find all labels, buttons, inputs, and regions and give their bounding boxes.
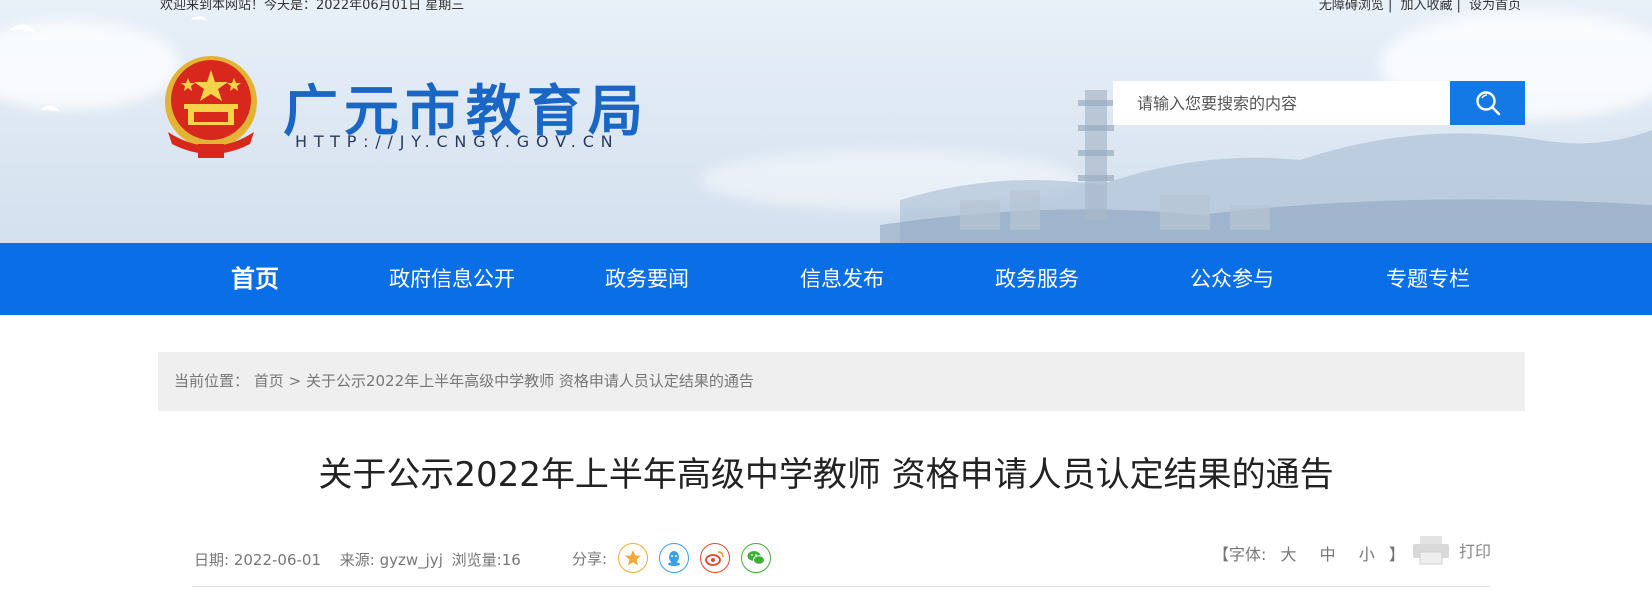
nav-item-topics[interactable]: 专题专栏 <box>1386 243 1470 315</box>
nav-item-releases[interactable]: 信息发布 <box>800 243 884 315</box>
nav-item-gov-info[interactable]: 政府信息公开 <box>389 243 515 315</box>
welcome-text: 欢迎来到本网站！今天是：2022年06月01日 星期三 <box>160 0 465 13</box>
font-size-label-close: 】 <box>1388 545 1405 564</box>
qzone-icon <box>625 550 642 566</box>
article-date: 日期: 2022-06-01 <box>194 551 321 569</box>
qq-icon <box>668 551 681 566</box>
bookmark-link[interactable]: 加入收藏 <box>1400 0 1452 13</box>
article-views: 浏览量:16 <box>451 551 521 569</box>
nav-item-home[interactable]: 首页 <box>231 243 279 315</box>
breadcrumb-current-link[interactable]: 关于公示2022年上半年高级中学教师 资格申请人员认定结果的通告 <box>306 372 754 390</box>
breadcrumb: 当前位置： 首页 > 关于公示2022年上半年高级中学教师 资格申请人员认定结果… <box>158 352 1525 411</box>
font-size-small[interactable]: 小 <box>1359 545 1375 564</box>
breadcrumb-home-link[interactable]: 首页 <box>254 372 284 390</box>
meta-divider <box>192 586 1490 587</box>
set-homepage-link[interactable]: 设为首页 <box>1469 0 1521 13</box>
search-box <box>1113 81 1525 125</box>
article-meta: 日期: 2022-06-01 来源: gyzw_jyj 浏览量:16 <box>194 549 535 570</box>
main-nav: 首页 政府信息公开 政务要闻 信息发布 政务服务 公众参与 专题专栏 <box>0 243 1652 315</box>
share-label: 分享: <box>572 549 608 568</box>
national-emblem-icon <box>165 56 257 158</box>
search-button[interactable] <box>1450 81 1525 125</box>
weibo-icon <box>705 551 724 566</box>
wechat-icon <box>747 551 766 565</box>
breadcrumb-label: 当前位置： <box>174 372 250 390</box>
article-source: 来源: gyzw_jyj <box>339 551 443 569</box>
top-links: 无障碍浏览 | 加入收藏 | 设为首页 <box>1318 0 1521 13</box>
accessibility-link[interactable]: 无障碍浏览 <box>1319 0 1384 13</box>
font-size-medium[interactable]: 中 <box>1320 545 1336 564</box>
search-icon <box>1475 91 1500 116</box>
share-wechat-button[interactable] <box>741 543 772 573</box>
font-size-controls: 【字体: 大 中 小 】 <box>1213 541 1405 565</box>
print-label: 打印 <box>1459 542 1492 561</box>
font-size-label: 【字体: <box>1213 545 1267 564</box>
print-button[interactable]: 打印 <box>1411 534 1491 566</box>
share-qzone-button[interactable] <box>618 543 649 573</box>
site-url: HTTP://JY.CNGY.GOV.CN <box>295 132 620 151</box>
printer-icon <box>1413 536 1449 565</box>
top-bar: 欢迎来到本网站！今天是：2022年06月01日 星期三 无障碍浏览 | 加入收藏 |… <box>160 0 1525 13</box>
breadcrumb-separator: > <box>288 372 302 390</box>
share-bar: 分享: <box>572 543 772 573</box>
font-size-large[interactable]: 大 <box>1281 545 1297 564</box>
article-title: 关于公示2022年上半年高级中学教师 资格申请人员认定结果的通告 <box>318 455 1334 495</box>
nav-item-participation[interactable]: 公众参与 <box>1190 243 1274 315</box>
search-input[interactable] <box>1113 81 1450 125</box>
share-qq-button[interactable] <box>659 543 690 573</box>
nav-item-services[interactable]: 政务服务 <box>995 243 1079 315</box>
share-weibo-button[interactable] <box>700 543 731 573</box>
nav-item-news[interactable]: 政务要闻 <box>605 243 689 315</box>
